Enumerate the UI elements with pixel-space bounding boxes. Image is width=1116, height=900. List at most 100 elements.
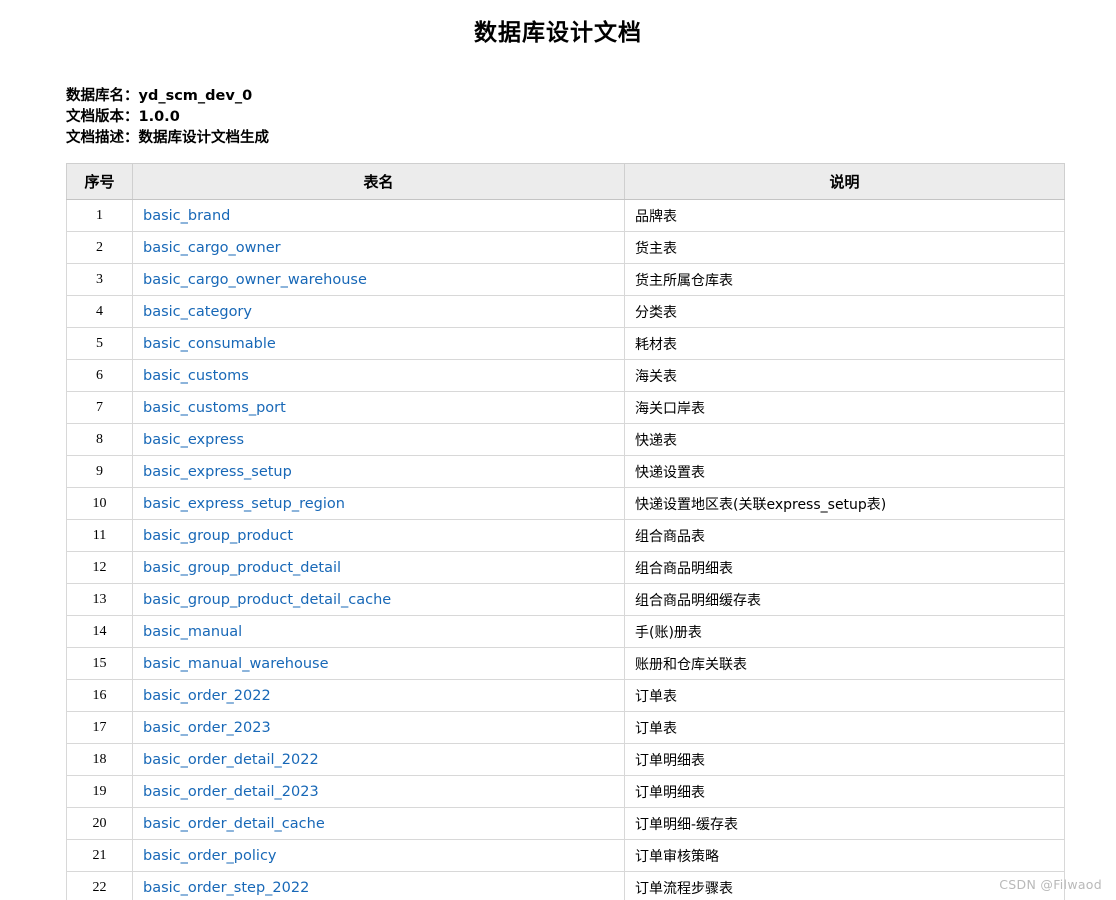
row-description: 海关表 xyxy=(624,359,1065,392)
table-name-link[interactable]: basic_group_product_detail_cache xyxy=(143,592,391,608)
row-index: 22 xyxy=(66,871,133,900)
row-table-name-cell: basic_manual xyxy=(132,615,625,648)
table-row: 17 basic_order_2023 订单表 xyxy=(66,711,1065,744)
row-table-name-cell: basic_express_setup_region xyxy=(132,487,625,520)
table-name-link[interactable]: basic_order_step_2022 xyxy=(143,880,309,896)
row-description: 品牌表 xyxy=(624,199,1065,232)
row-table-name-cell: basic_manual_warehouse xyxy=(132,647,625,680)
table-name-link[interactable]: basic_express_setup xyxy=(143,464,292,480)
table-name-link[interactable]: basic_express xyxy=(143,432,244,448)
row-description: 快递设置地区表(关联express_setup表) xyxy=(624,487,1065,520)
row-index: 9 xyxy=(66,455,133,488)
table-name-link[interactable]: basic_order_policy xyxy=(143,848,277,864)
table-name-link[interactable]: basic_category xyxy=(143,304,252,320)
table-body: 1 basic_brand 品牌表 2 basic_cargo_owner 货主表 3 bas… xyxy=(66,199,1065,900)
table-name-link[interactable]: basic_cargo_owner_warehouse xyxy=(143,272,367,288)
row-index: 21 xyxy=(66,839,133,872)
row-table-name-cell: basic_category xyxy=(132,295,625,328)
metadata-database-name-label: 数据库名： xyxy=(66,88,139,104)
table-name-link[interactable]: basic_customs_port xyxy=(143,400,286,416)
row-description: 组合商品明细缓存表 xyxy=(624,583,1065,616)
row-index: 13 xyxy=(66,583,133,616)
table-row: 19 basic_order_detail_2023 订单明细表 xyxy=(66,775,1065,808)
table-name-link[interactable]: basic_consumable xyxy=(143,336,276,352)
row-table-name-cell: basic_customs_port xyxy=(132,391,625,424)
row-table-name-cell: basic_cargo_owner xyxy=(132,231,625,264)
table-row: 21 basic_order_policy 订单审核策略 xyxy=(66,839,1065,872)
column-header-table-name: 表名 xyxy=(132,163,625,200)
table-name-link[interactable]: basic_order_2022 xyxy=(143,688,271,704)
table-name-link[interactable]: basic_order_2023 xyxy=(143,720,271,736)
column-header-description: 说明 xyxy=(624,163,1065,200)
table-row: 16 basic_order_2022 订单表 xyxy=(66,679,1065,712)
row-index: 14 xyxy=(66,615,133,648)
table-row: 4 basic_category 分类表 xyxy=(66,295,1065,328)
row-description: 订单流程步骤表 xyxy=(624,871,1065,900)
row-table-name-cell: basic_order_policy xyxy=(132,839,625,872)
table-name-link[interactable]: basic_customs xyxy=(143,368,249,384)
table-row: 2 basic_cargo_owner 货主表 xyxy=(66,231,1065,264)
table-name-link[interactable]: basic_express_setup_region xyxy=(143,496,345,512)
row-table-name-cell: basic_group_product xyxy=(132,519,625,552)
row-table-name-cell: basic_express xyxy=(132,423,625,456)
row-description: 组合商品明细表 xyxy=(624,551,1065,584)
metadata-database-name: 数据库名：yd_scm_dev_0 xyxy=(66,86,1116,107)
row-table-name-cell: basic_express_setup xyxy=(132,455,625,488)
table-header-row: 序号 表名 说明 xyxy=(66,163,1065,200)
row-index: 4 xyxy=(66,295,133,328)
table-name-link[interactable]: basic_order_detail_cache xyxy=(143,816,325,832)
table-name-link[interactable]: basic_group_product_detail xyxy=(143,560,341,576)
row-description: 账册和仓库关联表 xyxy=(624,647,1065,680)
table-name-link[interactable]: basic_order_detail_2023 xyxy=(143,784,319,800)
table-row: 13 basic_group_product_detail_cache 组合商品明细… xyxy=(66,583,1065,616)
document-metadata: 数据库名：yd_scm_dev_0 文档版本：1.0.0 文档描述：数据库设计文… xyxy=(0,48,1116,149)
row-index: 10 xyxy=(66,487,133,520)
row-description: 海关口岸表 xyxy=(624,391,1065,424)
table-name-link[interactable]: basic_order_detail_2022 xyxy=(143,752,319,768)
row-table-name-cell: basic_order_detail_cache xyxy=(132,807,625,840)
row-index: 7 xyxy=(66,391,133,424)
table-name-link[interactable]: basic_cargo_owner xyxy=(143,240,281,256)
metadata-document-version-label: 文档版本： xyxy=(66,109,139,125)
document-page: 数据库设计文档 数据库名：yd_scm_dev_0 文档版本：1.0.0 文档描… xyxy=(0,0,1116,900)
row-description: 货主所属仓库表 xyxy=(624,263,1065,296)
metadata-document-version: 文档版本：1.0.0 xyxy=(66,107,1116,128)
table-row: 9 basic_express_setup 快递设置表 xyxy=(66,455,1065,488)
metadata-document-description-value: 数据库设计文档生成 xyxy=(138,130,270,146)
row-description: 耗材表 xyxy=(624,327,1065,360)
table-name-link[interactable]: basic_group_product xyxy=(143,528,293,544)
table-row: 3 basic_cargo_owner_warehouse 货主所属仓库表 xyxy=(66,263,1065,296)
table-row: 8 basic_express 快递表 xyxy=(66,423,1065,456)
row-description: 手(账)册表 xyxy=(624,615,1065,648)
table-name-link[interactable]: basic_manual_warehouse xyxy=(143,656,328,672)
row-index: 2 xyxy=(66,231,133,264)
row-index: 3 xyxy=(66,263,133,296)
table-row: 15 basic_manual_warehouse 账册和仓库关联表 xyxy=(66,647,1065,680)
row-index: 17 xyxy=(66,711,133,744)
row-table-name-cell: basic_customs xyxy=(132,359,625,392)
row-index: 6 xyxy=(66,359,133,392)
row-description: 订单表 xyxy=(624,679,1065,712)
row-description: 快递表 xyxy=(624,423,1065,456)
row-table-name-cell: basic_brand xyxy=(132,199,625,232)
table-container: 序号 表名 说明 1 basic_brand 品牌表 2 basic_cargo_own… xyxy=(0,149,1116,900)
row-description: 订单明细表 xyxy=(624,743,1065,776)
row-index: 16 xyxy=(66,679,133,712)
row-description: 订单审核策略 xyxy=(624,839,1065,872)
row-index: 19 xyxy=(66,775,133,808)
table-row: 1 basic_brand 品牌表 xyxy=(66,199,1065,232)
row-description: 快递设置表 xyxy=(624,455,1065,488)
row-table-name-cell: basic_cargo_owner_warehouse xyxy=(132,263,625,296)
table-row: 20 basic_order_detail_cache 订单明细-缓存表 xyxy=(66,807,1065,840)
table-name-link[interactable]: basic_manual xyxy=(143,624,242,640)
row-index: 1 xyxy=(66,199,133,232)
row-index: 11 xyxy=(66,519,133,552)
table-row: 22 basic_order_step_2022 订单流程步骤表 xyxy=(66,871,1065,900)
table-name-link[interactable]: basic_brand xyxy=(143,208,230,224)
row-table-name-cell: basic_order_step_2022 xyxy=(132,871,625,900)
row-table-name-cell: basic_order_2022 xyxy=(132,679,625,712)
row-description: 订单明细表 xyxy=(624,775,1065,808)
row-index: 15 xyxy=(66,647,133,680)
row-description: 订单明细-缓存表 xyxy=(624,807,1065,840)
table-list: 序号 表名 说明 1 basic_brand 品牌表 2 basic_cargo_own… xyxy=(66,163,1065,900)
